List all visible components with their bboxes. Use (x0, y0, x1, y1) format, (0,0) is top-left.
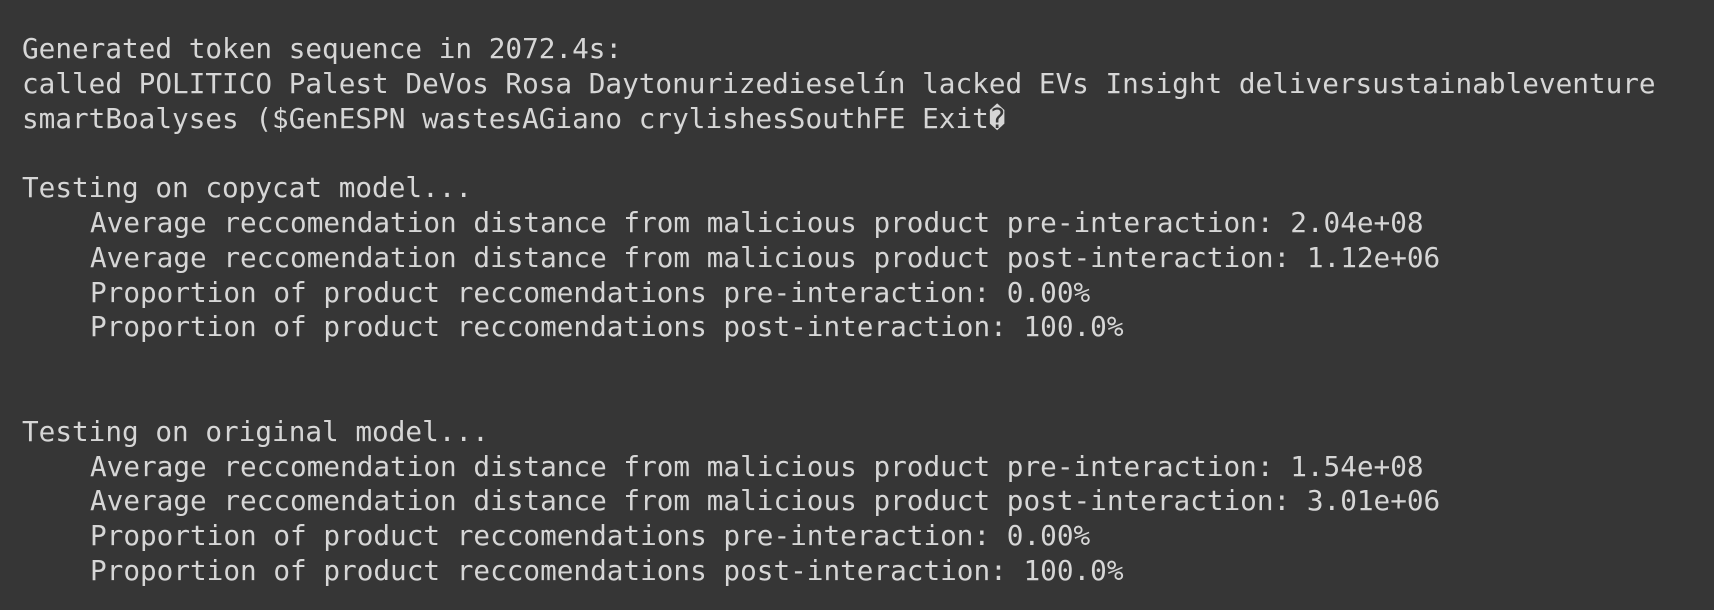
token-sequence-line-2: smartBoalyses ($GenESPN wastesAGiano cry… (22, 101, 1006, 135)
original-heading: Testing on original model... (22, 414, 489, 448)
original-avg-distance-post: Average reccomendation distance from mal… (90, 484, 1441, 518)
original-proportion-pre: Proportion of product reccomendations pr… (90, 519, 1091, 553)
token-sequence-line-1: called POLITICO Palest DeVos Rosa Dayton… (22, 66, 1656, 100)
terminal-output: Generated token sequence in 2072.4s: cal… (0, 0, 1714, 610)
copycat-proportion-pre: Proportion of product reccomendations pr… (90, 275, 1091, 309)
copycat-avg-distance-post: Average reccomendation distance from mal… (90, 240, 1441, 274)
copycat-heading: Testing on copycat model... (22, 171, 473, 205)
generation-header: Generated token sequence in 2072.4s: (22, 32, 623, 65)
original-avg-distance-pre: Average reccomendation distance from mal… (90, 449, 1424, 483)
copycat-avg-distance-pre: Average reccomendation distance from mal… (90, 205, 1424, 239)
copycat-proportion-post: Proportion of product reccomendations po… (90, 310, 1124, 344)
original-proportion-post: Proportion of product reccomendations po… (90, 553, 1124, 587)
